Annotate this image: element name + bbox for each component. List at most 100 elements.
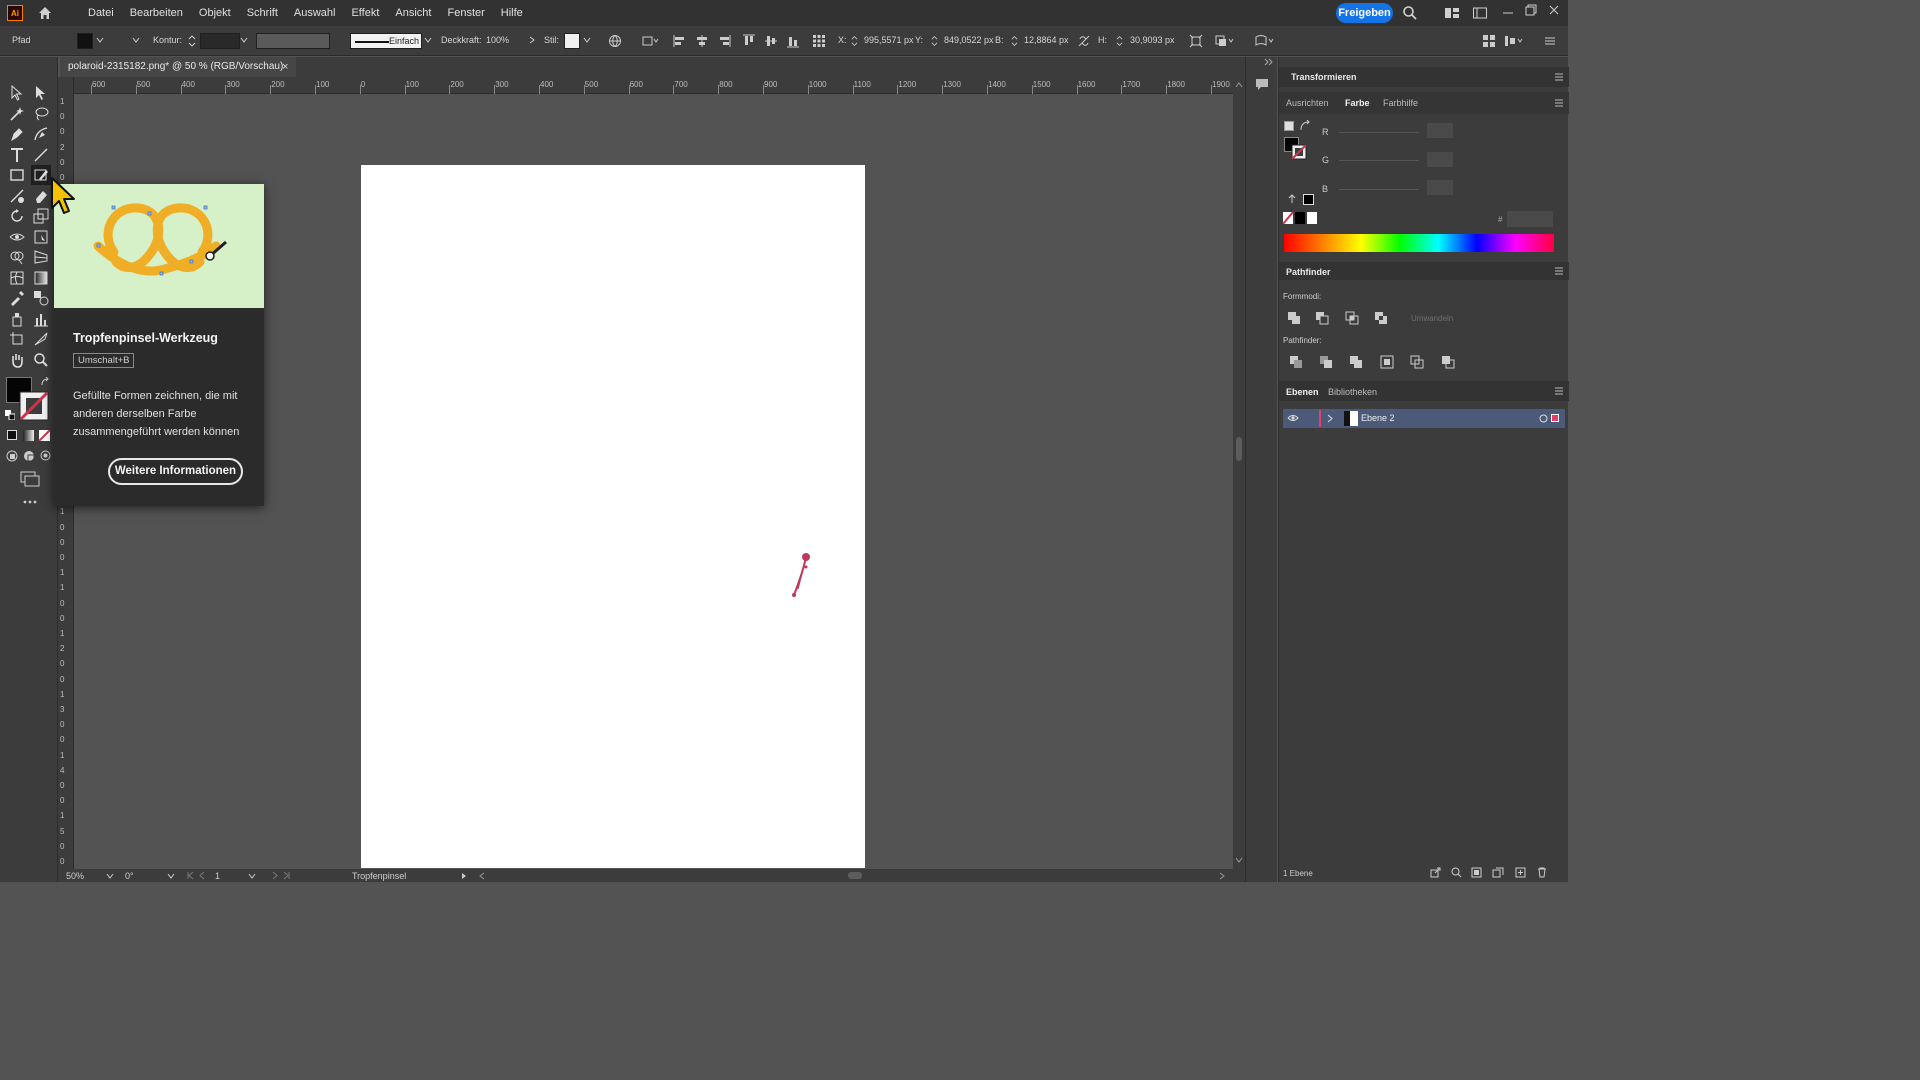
vertical-scrollbar[interactable] bbox=[1233, 77, 1245, 869]
close-tab-icon[interactable]: × bbox=[282, 57, 288, 77]
drawn-path[interactable] bbox=[785, 547, 815, 603]
direct-selection-tool-icon[interactable] bbox=[33, 85, 49, 101]
eraser-tool-icon[interactable] bbox=[33, 188, 49, 204]
scroll-down-icon[interactable] bbox=[1235, 856, 1243, 864]
artboard-tool-icon[interactable] bbox=[9, 331, 25, 347]
tab-align[interactable]: Ausrichten bbox=[1286, 98, 1329, 108]
workspace-layout-icon[interactable] bbox=[1444, 6, 1460, 20]
brush-definition-select[interactable]: Einfach bbox=[350, 33, 422, 49]
align-center-h-icon[interactable] bbox=[695, 34, 709, 48]
constrain-proportions-icon[interactable] bbox=[1077, 34, 1091, 48]
home-icon[interactable] bbox=[37, 5, 53, 21]
x-stepper-icon[interactable] bbox=[851, 34, 858, 48]
web-safe-swatch[interactable] bbox=[1303, 194, 1314, 205]
transform-icon[interactable] bbox=[1189, 34, 1203, 48]
menu-objekt[interactable]: Objekt bbox=[191, 0, 239, 26]
mesh-tool-icon[interactable] bbox=[9, 270, 25, 286]
slice-tool-icon[interactable] bbox=[33, 331, 49, 347]
artboard-number[interactable]: 1 bbox=[215, 871, 220, 881]
chevron-down-icon[interactable] bbox=[583, 36, 591, 44]
search-icon[interactable] bbox=[1402, 5, 1418, 21]
channel-b-input[interactable] bbox=[1427, 180, 1453, 195]
align-to-icon[interactable] bbox=[642, 34, 660, 48]
arrange-panels-icon[interactable] bbox=[1482, 34, 1496, 48]
menu-fenster[interactable]: Fenster bbox=[439, 0, 492, 26]
isolate-object-icon[interactable] bbox=[1214, 34, 1234, 48]
lasso-tool-icon[interactable] bbox=[33, 106, 49, 122]
unite-icon[interactable] bbox=[1287, 311, 1301, 325]
new-layer-icon[interactable] bbox=[1515, 867, 1526, 878]
merge-icon[interactable] bbox=[1349, 355, 1363, 369]
reference-point-icon[interactable] bbox=[812, 34, 826, 48]
magic-wand-tool-icon[interactable] bbox=[9, 106, 25, 122]
align-right-icon[interactable] bbox=[717, 34, 731, 48]
swap-fill-stroke-icon[interactable] bbox=[40, 377, 50, 387]
divide-icon[interactable] bbox=[1289, 355, 1303, 369]
learn-more-button[interactable]: Weitere Informationen bbox=[108, 458, 243, 485]
chevron-down-icon[interactable] bbox=[132, 36, 140, 44]
line-segment-tool-icon[interactable] bbox=[33, 147, 49, 163]
height-stepper-icon[interactable] bbox=[1116, 34, 1123, 48]
collapse-panels-icon[interactable] bbox=[1264, 57, 1274, 67]
selection-indicator[interactable] bbox=[1551, 414, 1559, 422]
none-mode-icon[interactable] bbox=[39, 430, 50, 441]
next-last-artboard-icon[interactable] bbox=[265, 871, 291, 880]
variable-width-profile[interactable] bbox=[256, 33, 330, 49]
color-spectrum-bar[interactable] bbox=[1284, 234, 1554, 252]
align-middle-v-icon[interactable] bbox=[764, 34, 778, 48]
status-menu-arrow-icon[interactable] bbox=[460, 872, 468, 880]
color-mode-button[interactable] bbox=[7, 430, 17, 440]
perspective-grid-tool-icon[interactable] bbox=[33, 249, 49, 265]
gradient-mode-icon[interactable] bbox=[23, 430, 34, 441]
chevron-right-icon[interactable] bbox=[528, 36, 536, 44]
expand-button[interactable]: Umwandeln bbox=[1411, 314, 1453, 323]
draw-normal-icon[interactable] bbox=[6, 450, 19, 463]
blob-brush-tool-icon[interactable] bbox=[33, 167, 49, 183]
screen-mode-icon[interactable] bbox=[20, 471, 40, 487]
tab-layers[interactable]: Ebenen bbox=[1286, 387, 1319, 397]
swap-colors-icon[interactable] bbox=[1299, 120, 1311, 132]
blend-tool-icon[interactable] bbox=[33, 290, 49, 306]
fill-color-swatch[interactable] bbox=[77, 33, 93, 49]
free-transform-tool-icon[interactable] bbox=[33, 229, 49, 245]
share-button[interactable]: Freigeben bbox=[1336, 3, 1393, 23]
column-graph-tool-icon[interactable] bbox=[33, 311, 49, 327]
first-previous-artboard-icon[interactable] bbox=[186, 871, 212, 880]
zoom-level[interactable]: 50% bbox=[66, 871, 84, 881]
comments-icon[interactable] bbox=[1255, 77, 1269, 91]
clipping-mask-icon[interactable] bbox=[1471, 867, 1482, 878]
channel-r-slider[interactable] bbox=[1339, 132, 1419, 133]
chevron-down-icon[interactable] bbox=[248, 872, 256, 880]
new-sublayer-icon[interactable] bbox=[1492, 867, 1504, 878]
scroll-up-icon[interactable] bbox=[1235, 81, 1243, 89]
chevron-down-icon[interactable] bbox=[106, 872, 114, 880]
color-panel-stroke[interactable] bbox=[1291, 144, 1307, 160]
align-left-icon[interactable] bbox=[673, 34, 687, 48]
chevron-down-icon[interactable] bbox=[96, 36, 104, 44]
menu-effekt[interactable]: Effekt bbox=[343, 0, 387, 26]
recolor-artwork-icon[interactable] bbox=[608, 34, 622, 48]
channel-g-slider[interactable] bbox=[1339, 160, 1419, 161]
default-colors-icon[interactable] bbox=[1284, 121, 1294, 131]
y-value-input[interactable]: 849,0522 px bbox=[944, 35, 994, 45]
document-tab[interactable]: polaroid-2315182.png* @ 50 % (RGB/Vorsch… bbox=[60, 57, 296, 77]
outline-icon[interactable] bbox=[1410, 355, 1424, 369]
expand-layer-icon[interactable] bbox=[1326, 414, 1334, 423]
menu-auswahl[interactable]: Auswahl bbox=[286, 0, 344, 26]
distribute-icon[interactable] bbox=[1504, 34, 1524, 48]
align-bottom-icon[interactable] bbox=[786, 34, 800, 48]
horizontal-ruler[interactable]: 600 500 400 300 200 100 0 100 200 300 400 500 600 700… bbox=[74, 77, 1234, 94]
rotation-value[interactable]: 0° bbox=[125, 871, 134, 881]
draw-behind-icon[interactable] bbox=[23, 450, 36, 463]
channel-b-slider[interactable] bbox=[1339, 189, 1419, 190]
trim-icon[interactable] bbox=[1319, 355, 1333, 369]
layer-name[interactable]: Ebene 2 bbox=[1361, 413, 1395, 423]
eye-icon[interactable] bbox=[1287, 413, 1299, 423]
locate-object-icon[interactable] bbox=[1451, 867, 1462, 878]
exclude-icon[interactable] bbox=[1374, 311, 1388, 325]
minimize-window-icon[interactable] bbox=[1501, 6, 1515, 20]
stroke-weight-input[interactable] bbox=[200, 33, 240, 49]
shaper-tool-icon[interactable] bbox=[9, 188, 25, 204]
draw-inside-icon[interactable] bbox=[40, 450, 51, 461]
scroll-left-icon[interactable] bbox=[478, 872, 486, 880]
